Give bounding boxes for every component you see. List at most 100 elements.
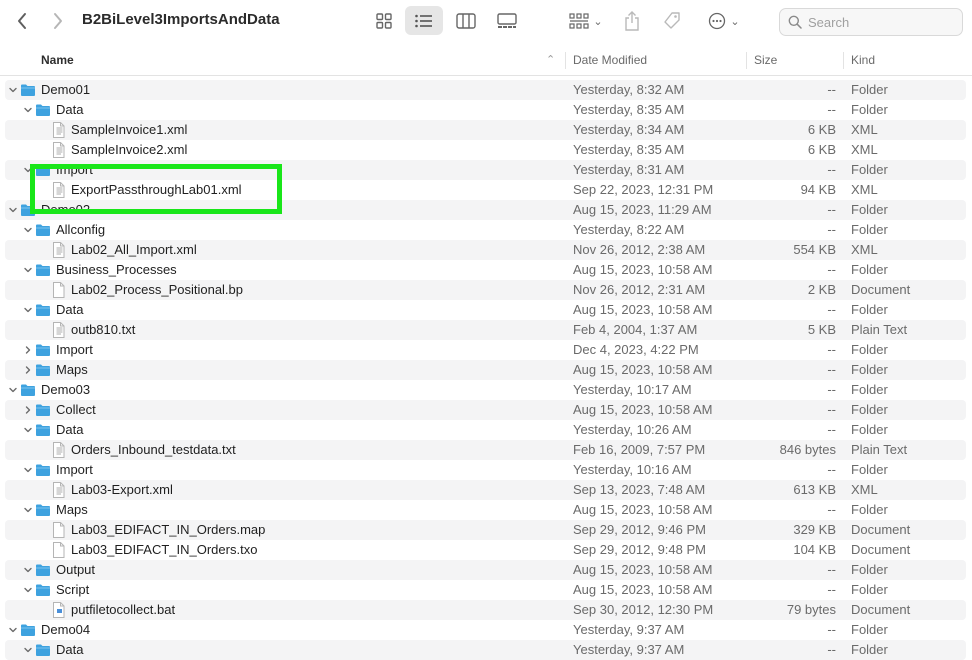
disclosure-chevron-down-icon[interactable]: [6, 623, 20, 637]
disclosure-chevron-down-icon[interactable]: [6, 83, 20, 97]
item-name: Maps: [56, 362, 88, 377]
item-date-modified: Yesterday, 9:37 AM: [573, 642, 685, 657]
item-kind: Folder: [851, 302, 888, 317]
folder-row[interactable]: Business_Processes Aug 15, 2023, 10:58 AM…: [5, 260, 966, 280]
tag-icon[interactable]: [660, 8, 684, 34]
xml-file-icon: [50, 142, 66, 158]
column-name[interactable]: Name: [41, 46, 74, 75]
folder-icon: [35, 642, 51, 658]
column-divider[interactable]: [746, 52, 747, 69]
folder-row[interactable]: Data Yesterday, 10:26 AM -- Folder: [5, 420, 966, 440]
item-date-modified: Aug 15, 2023, 10:58 AM: [573, 402, 713, 417]
group-icon[interactable]: ⌄: [566, 9, 606, 33]
disclosure-chevron-down-icon[interactable]: [21, 643, 35, 657]
folder-row[interactable]: Demo02 Aug 15, 2023, 11:29 AM -- Folder: [5, 200, 966, 220]
column-divider[interactable]: [843, 52, 844, 69]
disclosure-chevron-down-icon[interactable]: [6, 203, 20, 217]
folder-icon: [35, 262, 51, 278]
disclosure-chevron-down-icon[interactable]: [21, 463, 35, 477]
file-row[interactable]: Lab02_All_Import.xml Nov 26, 2012, 2:38 A…: [5, 240, 966, 260]
gallery-view-icon[interactable]: [494, 9, 520, 33]
list-view-icon[interactable]: [405, 6, 443, 35]
folder-icon: [20, 622, 36, 638]
file-row[interactable]: Orders_Inbound_testdata.txt Feb 16, 2009,…: [5, 440, 966, 460]
item-kind: Folder: [851, 582, 888, 597]
disclosure-chevron-down-icon[interactable]: [21, 163, 35, 177]
disclosure-chevron-down-icon[interactable]: [21, 223, 35, 237]
share-icon[interactable]: [620, 8, 644, 34]
disclosure-chevron-right-icon[interactable]: [21, 343, 35, 357]
item-name: SampleInvoice2.xml: [71, 142, 188, 157]
file-row[interactable]: SampleInvoice2.xml Yesterday, 8:35 AM 6 KB…: [5, 140, 966, 160]
item-kind: XML: [851, 122, 878, 137]
item-date-modified: Sep 13, 2023, 7:48 AM: [573, 482, 706, 497]
item-name: Data: [56, 422, 84, 437]
disclosure-chevron-down-icon[interactable]: [21, 423, 35, 437]
file-row[interactable]: ExportPassthroughLab01.xml Sep 22, 2023, …: [5, 180, 966, 200]
forward-icon[interactable]: [46, 9, 70, 33]
file-row[interactable]: SampleInvoice1.xml Yesterday, 8:34 AM 6 KB…: [5, 120, 966, 140]
folder-row[interactable]: Script Aug 15, 2023, 10:58 AM -- Folder: [5, 580, 966, 600]
chevron-down-icon: ⌄: [730, 15, 740, 28]
disclosure-chevron-right-icon[interactable]: [21, 403, 35, 417]
disclosure-chevron-right-icon[interactable]: [21, 363, 35, 377]
folder-icon: [35, 162, 51, 178]
folder-row[interactable]: Maps Aug 15, 2023, 10:58 AM -- Folder: [5, 360, 966, 380]
disclosure-chevron-down-icon[interactable]: [21, 563, 35, 577]
item-date-modified: Aug 15, 2023, 10:58 AM: [573, 562, 713, 577]
item-size: --: [827, 402, 836, 417]
folder-row[interactable]: Data Yesterday, 9:37 AM -- Folder: [5, 640, 966, 660]
search-field[interactable]: [779, 8, 963, 36]
folder-row[interactable]: Data Yesterday, 8:35 AM -- Folder: [5, 100, 966, 120]
column-date-modified[interactable]: Date Modified: [573, 46, 647, 75]
file-row[interactable]: Lab02_Process_Positional.bp Nov 26, 2012,…: [5, 280, 966, 300]
item-name: Lab03_EDIFACT_IN_Orders.txo: [71, 542, 258, 557]
disclosure-chevron-down-icon[interactable]: [21, 583, 35, 597]
folder-row[interactable]: Output Aug 15, 2023, 10:58 AM -- Folder: [5, 560, 966, 580]
item-name: Lab02_Process_Positional.bp: [71, 282, 244, 297]
disclosure-chevron-down-icon[interactable]: [21, 263, 35, 277]
folder-row[interactable]: Maps Aug 15, 2023, 10:58 AM -- Folder: [5, 500, 966, 520]
item-size: --: [827, 382, 836, 397]
folder-row[interactable]: Import Yesterday, 10:16 AM -- Folder: [5, 460, 966, 480]
folder-icon: [35, 102, 51, 118]
folder-row[interactable]: Import Dec 4, 2023, 4:22 PM -- Folder: [5, 340, 966, 360]
folder-row[interactable]: Collect Aug 15, 2023, 10:58 AM -- Folder: [5, 400, 966, 420]
file-row[interactable]: Lab03-Export.xml Sep 13, 2023, 7:48 AM 613…: [5, 480, 966, 500]
disclosure-chevron-down-icon[interactable]: [21, 503, 35, 517]
folder-icon: [35, 302, 51, 318]
column-kind[interactable]: Kind: [851, 46, 875, 75]
file-row[interactable]: putfiletocollect.bat Sep 30, 2012, 12:30 …: [5, 600, 966, 620]
folder-icon: [35, 342, 51, 358]
more-icon[interactable]: ⌄: [704, 9, 744, 33]
item-kind: XML: [851, 482, 878, 497]
disclosure-chevron-down-icon[interactable]: [6, 383, 20, 397]
folder-row[interactable]: Import Yesterday, 8:31 AM -- Folder: [5, 160, 966, 180]
item-date-modified: Yesterday, 8:35 AM: [573, 142, 685, 157]
column-header: Name ⌃ Date Modified Size Kind: [0, 46, 972, 76]
item-kind: Folder: [851, 422, 888, 437]
bat-file-icon: [50, 602, 66, 618]
search-input[interactable]: [806, 13, 950, 31]
column-size[interactable]: Size: [754, 46, 777, 75]
file-row[interactable]: outb810.txt Feb 4, 2004, 1:37 AM 5 KB Plain…: [5, 320, 966, 340]
icon-view-icon[interactable]: [372, 9, 396, 33]
folder-row[interactable]: Data Aug 15, 2023, 10:58 AM -- Folder: [5, 300, 966, 320]
item-name: Demo01: [41, 82, 91, 97]
file-row[interactable]: Lab03_EDIFACT_IN_Orders.txo Sep 29, 2012,…: [5, 540, 966, 560]
item-kind: Folder: [851, 562, 888, 577]
column-divider[interactable]: [565, 52, 566, 69]
file-row[interactable]: Lab03_EDIFACT_IN_Orders.map Sep 29, 2012,…: [5, 520, 966, 540]
disclosure-chevron-down-icon[interactable]: [21, 303, 35, 317]
disclosure-chevron-down-icon[interactable]: [21, 103, 35, 117]
sort-chevron-up-icon[interactable]: ⌃: [546, 46, 555, 75]
folder-row[interactable]: Demo03 Yesterday, 10:17 AM -- Folder: [5, 380, 966, 400]
column-view-icon[interactable]: [454, 9, 478, 33]
folder-row[interactable]: Allconfig Yesterday, 8:22 AM -- Folder: [5, 220, 966, 240]
folder-row[interactable]: Demo04 Yesterday, 9:37 AM -- Folder: [5, 620, 966, 640]
item-kind: Folder: [851, 82, 888, 97]
back-icon[interactable]: [10, 9, 34, 33]
item-name: Demo02: [41, 202, 91, 217]
folder-row[interactable]: Demo01 Yesterday, 8:32 AM -- Folder: [5, 80, 966, 100]
item-name: Output: [56, 562, 96, 577]
